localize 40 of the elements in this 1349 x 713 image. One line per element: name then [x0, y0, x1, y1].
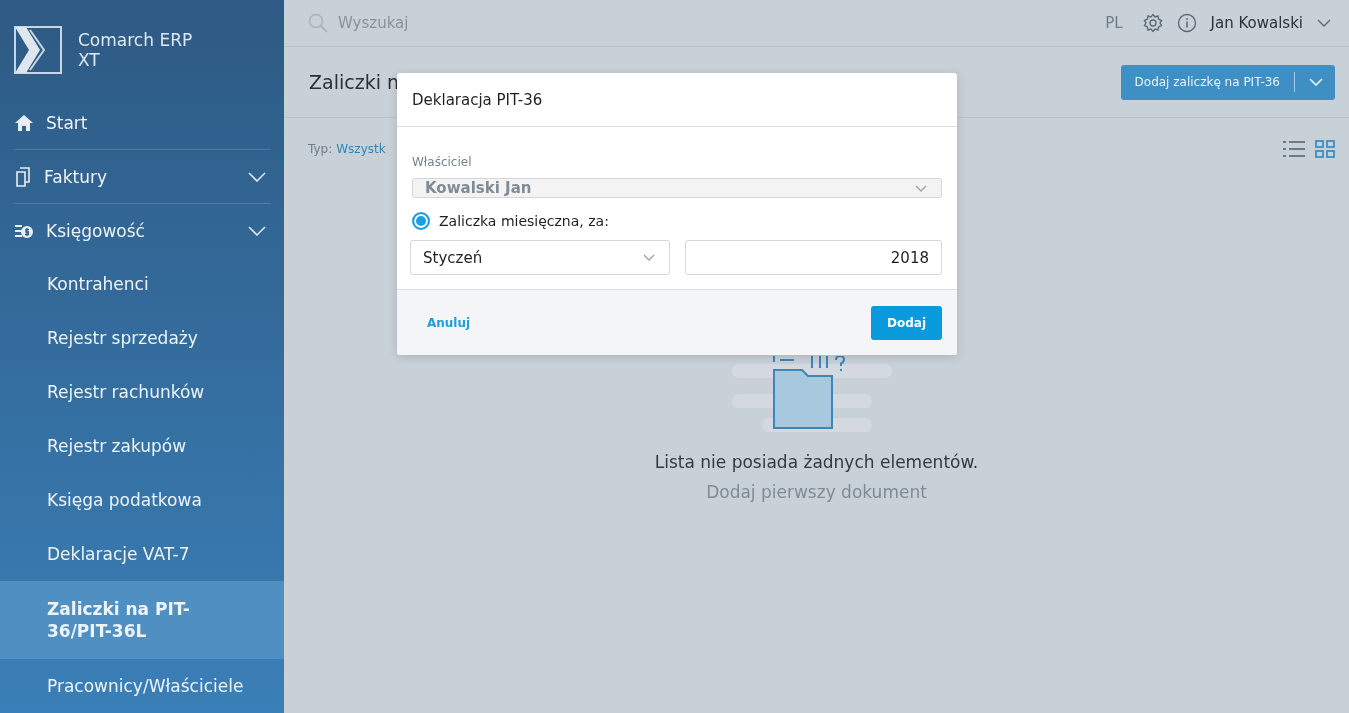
logo-icon	[14, 26, 62, 74]
info-icon[interactable]	[1176, 13, 1197, 33]
sidebar-subitem[interactable]: Rejestr rachunków	[0, 365, 284, 419]
chevron-icon	[642, 254, 655, 261]
documents-icon	[14, 166, 32, 187]
grid-view-icon[interactable]	[1315, 140, 1335, 158]
sidebar-item[interactable]: Faktury	[14, 150, 270, 204]
add-button[interactable]: Dodaj zaliczkę na PIT-36	[1120, 64, 1335, 100]
add-button[interactable]: Dodaj	[871, 305, 942, 340]
app-name: Comarch ERP XT	[78, 30, 194, 70]
radio-label: Zaliczka miesięczna, za:	[439, 213, 609, 229]
settings-icon[interactable]	[1142, 13, 1163, 33]
filter-label: Typ:	[308, 142, 333, 156]
chevron-icon[interactable]	[1317, 19, 1331, 27]
sidebar-subitem[interactable]: Zaliczki na PIT-36/PIT-36L	[0, 581, 284, 659]
list-view-icon[interactable]	[1283, 140, 1305, 158]
sidebar-subitem[interactable]: Pracownicy/Właściciele	[0, 659, 284, 713]
sidebar-subitem[interactable]: Rejestr zakupów	[0, 419, 284, 473]
page-title: Zaliczki n	[309, 71, 399, 93]
sidebar-item[interactable]: Start	[14, 96, 270, 150]
search-icon	[308, 13, 328, 33]
field-label: Właściciel	[412, 155, 473, 169]
caret-icon	[1309, 78, 1323, 86]
home-icon	[14, 113, 34, 132]
year-field[interactable]: 2018	[684, 240, 942, 275]
sidebar-subitem[interactable]: Kontrahenci	[0, 257, 284, 311]
sidebar-subitem[interactable]: Księga podatkowa	[0, 473, 284, 527]
sidebar-item[interactable]: Księgowość	[14, 204, 270, 257]
user-menu[interactable]: Jan Kowalski	[1210, 14, 1303, 32]
language-label: PL	[1105, 14, 1123, 32]
chevron-icon	[915, 184, 927, 192]
month-dropdown[interactable]: Styczeń	[410, 240, 670, 275]
search-field[interactable]: Wyszukaj	[338, 14, 1092, 32]
filter-link[interactable]: Wszystk	[336, 142, 386, 156]
sidebar-subitem[interactable]: Rejestr sprzedaży	[0, 311, 284, 365]
radio-button[interactable]	[412, 212, 430, 230]
sidebar-subitem[interactable]: Deklaracje VAT-7	[0, 527, 284, 581]
empty-message: Lista nie posiada żadnych elementów.	[654, 452, 979, 472]
cancel-link[interactable]: Anuluj	[427, 315, 471, 330]
dialog-title: Deklaracja PIT-36	[412, 90, 543, 109]
